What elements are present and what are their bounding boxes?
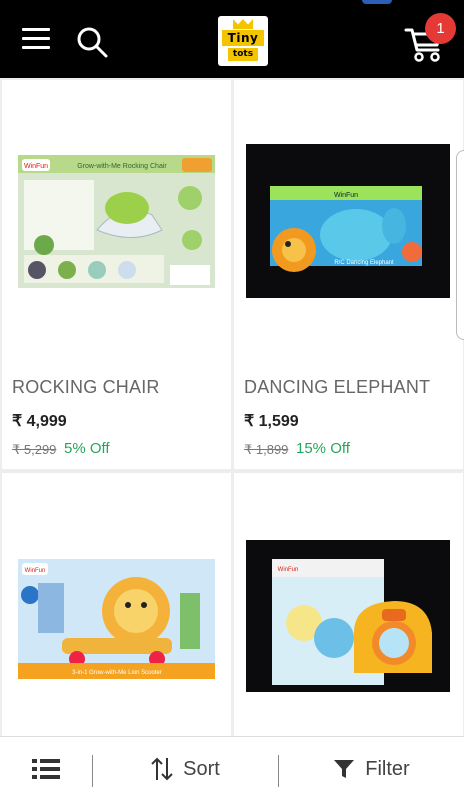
product-price: ₹ 4,999 — [12, 413, 67, 430]
sort-label: Sort — [183, 757, 220, 780]
crown-icon — [233, 19, 253, 29]
list-view-button[interactable] — [0, 737, 92, 800]
side-scroll-handle[interactable] — [456, 150, 464, 340]
product-discount: 5% Off — [64, 440, 110, 457]
filter-funnel-icon — [334, 760, 355, 778]
box-title-label: Grow-with-Me Rocking Chair — [77, 163, 167, 170]
product-price: ₹ 1,599 — [244, 413, 299, 430]
list-view-icon — [32, 759, 60, 779]
cart-count-badge: 1 — [425, 13, 456, 44]
product-image[interactable]: WinFun Grow-with-Me Rocking Chair — [2, 80, 231, 370]
box-brand-label: WinFun — [25, 568, 46, 574]
product-discount: 15% Off — [296, 440, 350, 457]
bottom-action-bar: Sort Filter — [0, 736, 464, 800]
product-card[interactable]: WinFun 3-in-1 Grow-with-Me Lion Scooter — [2, 473, 231, 736]
product-grid: WinFun Grow-with-Me Rocking Chair ROCKIN… — [0, 78, 464, 736]
box-brand-label: WinFun — [24, 163, 48, 170]
product-mrp: ₹ 1,899 — [244, 442, 289, 457]
product-image[interactable]: WinFun R/C Dancing Elephant — [234, 80, 463, 370]
product-card[interactable]: WinFun R/C Dancing Elephant DANCING ELEP… — [234, 80, 463, 469]
sort-arrows-icon — [151, 757, 173, 781]
sort-button[interactable]: Sort — [93, 737, 278, 800]
product-card[interactable]: WinFun Grow-with-Me Rocking Chair ROCKIN… — [2, 80, 231, 469]
brand-logo[interactable]: Tiny tots — [218, 16, 268, 66]
logo-text-bottom: tots — [228, 48, 258, 61]
search-icon[interactable] — [74, 24, 110, 60]
product-name[interactable]: ROCKING CHAIR — [12, 377, 160, 398]
logo-text-top: Tiny — [222, 30, 264, 46]
status-notch — [362, 0, 392, 4]
filter-button[interactable]: Filter — [279, 737, 464, 800]
box-title-label: 3-in-1 Grow-with-Me Lion Scooter — [72, 670, 162, 676]
product-card[interactable]: WinFun — [234, 473, 463, 736]
product-image[interactable]: WinFun — [234, 473, 463, 736]
product-image[interactable]: WinFun 3-in-1 Grow-with-Me Lion Scooter — [2, 473, 231, 736]
product-name[interactable]: DANCING ELEPHANT — [244, 377, 430, 398]
box-title-label: R/C Dancing Elephant — [334, 260, 394, 266]
filter-label: Filter — [365, 757, 410, 780]
product-mrp: ₹ 5,299 — [12, 442, 57, 457]
box-brand-label: WinFun — [334, 192, 358, 199]
app-header: Tiny tots 1 — [0, 0, 464, 78]
box-brand-label: WinFun — [278, 567, 299, 573]
hamburger-menu-icon[interactable] — [22, 28, 50, 50]
